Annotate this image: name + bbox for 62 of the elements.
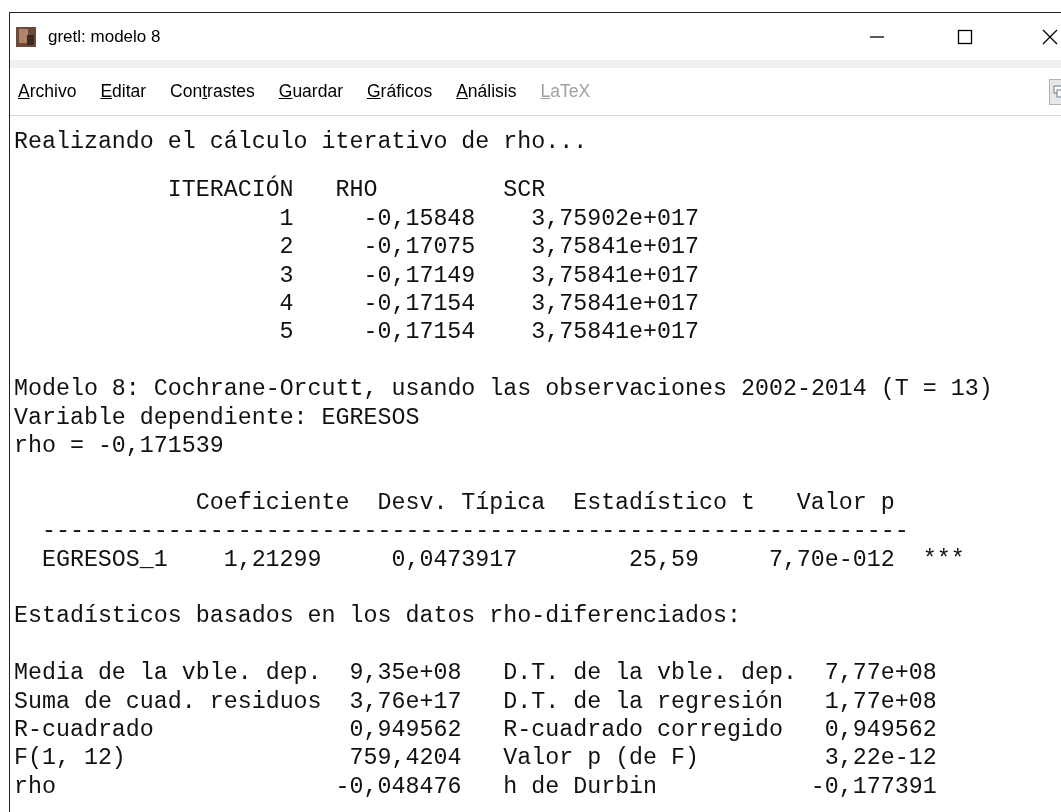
stat-value: 3,76e+17 bbox=[348, 687, 462, 717]
output-line: Realizando el cálculo iterativo de rho... bbox=[14, 128, 589, 157]
column-header: Estadístico t bbox=[573, 488, 755, 518]
menu-item[interactable]: Archivo bbox=[10, 79, 85, 104]
stat-value: 0,949562 bbox=[823, 716, 937, 745]
column-header: Desv. Típica bbox=[377, 488, 546, 518]
column-header: ITERACIÓN bbox=[167, 176, 294, 205]
table-cell-text: 7,70e-012 bbox=[767, 545, 895, 575]
menu-item[interactable]: Contrastes bbox=[162, 79, 263, 104]
stat-label: F(1, 12) bbox=[14, 744, 127, 773]
table-cell-text: -0,15848 bbox=[362, 204, 476, 234]
significance-stars: *** bbox=[922, 545, 965, 575]
table-cell-text: 1 bbox=[278, 204, 294, 234]
stat-value: -0,177391 bbox=[810, 772, 937, 802]
column-header: RHO bbox=[335, 176, 379, 205]
menu-item[interactable]: Editar bbox=[92, 79, 155, 104]
table-cell-text: 3 bbox=[278, 261, 294, 291]
stat-label: R-cuadrado corregido bbox=[502, 716, 784, 745]
column-header: Coeficiente bbox=[195, 488, 350, 518]
column-header: Valor p bbox=[796, 488, 895, 518]
table-cell-text: -0,17149 bbox=[362, 261, 476, 291]
table-cell-text: 3,75841e+017 bbox=[530, 261, 699, 291]
table-cell-text: -0,17154 bbox=[362, 290, 476, 319]
output-line: Estadísticos basados en los datos rho-diferenciados: bbox=[14, 602, 742, 631]
stat-value: 759,4204 bbox=[348, 744, 462, 773]
table-cell-text: 3,75841e+017 bbox=[530, 290, 699, 319]
output-line: Modelo 8: Cochrane-Orcutt, usando las observaciones 2002-2014 (T = 13) bbox=[14, 375, 994, 404]
menu-item[interactable]: Guardar bbox=[270, 79, 351, 104]
stat-value: 7,77e+08 bbox=[823, 659, 937, 688]
stat-value: 3,22e-12 bbox=[823, 744, 937, 773]
table-cell-text: 25,59 bbox=[628, 545, 699, 575]
table-cell-text: -0,17075 bbox=[362, 233, 476, 262]
table-cell-text: 3,75902e+017 bbox=[530, 204, 699, 234]
output-line: Variable dependiente: EGRESOS bbox=[14, 403, 421, 433]
table-cell-text: 3,75841e+017 bbox=[530, 318, 699, 347]
stat-value: 1,77e+08 bbox=[823, 687, 937, 717]
table-cell-text: -0,17154 bbox=[362, 318, 476, 347]
table-rule: -------------------------------------------------------------- bbox=[40, 517, 910, 546]
table-cell-text: 3,75841e+017 bbox=[530, 233, 699, 262]
stat-value: -0,048476 bbox=[335, 772, 462, 802]
table-cell-text: 4 bbox=[278, 290, 294, 319]
table-cell-text: 1,21299 bbox=[222, 545, 322, 575]
output-line: rho = -0,171539 bbox=[14, 432, 225, 461]
stat-label: Media de la vble. dep. bbox=[14, 659, 323, 688]
table-cell-text: 5 bbox=[278, 318, 294, 347]
menu-item[interactable]: Gráficos bbox=[358, 79, 441, 104]
window-title: gretl: modelo 8 bbox=[48, 26, 161, 47]
stat-label: Suma de cuad. residuos bbox=[14, 687, 323, 717]
column-header: SCR bbox=[503, 176, 547, 205]
stat-label: R-cuadrado bbox=[14, 716, 155, 745]
stat-value: 0,949562 bbox=[348, 716, 462, 745]
stat-value: 9,35e+08 bbox=[348, 659, 462, 688]
stat-label: D.T. de la regresión bbox=[502, 687, 784, 717]
stat-label: rho bbox=[14, 772, 57, 802]
stat-label: Valor p (de F) bbox=[502, 744, 701, 773]
stat-label: h de Durbin bbox=[502, 772, 659, 802]
table-cell-text: 0,0473917 bbox=[390, 545, 518, 575]
menu-item[interactable]: Análisis bbox=[448, 79, 525, 104]
app-icon bbox=[16, 26, 36, 47]
table-cell-text: 2 bbox=[278, 233, 294, 262]
table-cell: EGRESOS_1 bbox=[41, 545, 168, 575]
stat-label: D.T. de la vble. dep. bbox=[502, 659, 798, 688]
